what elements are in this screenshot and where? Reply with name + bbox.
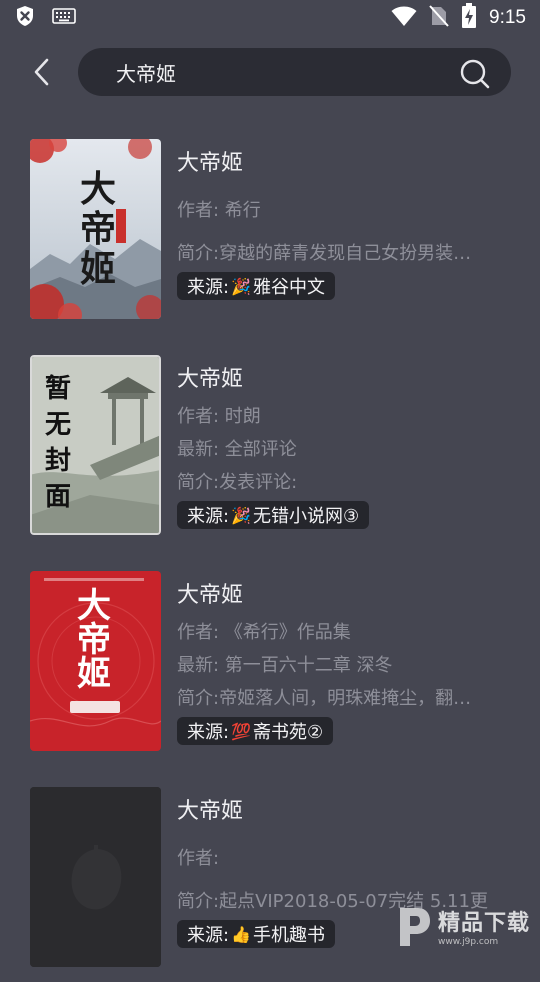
- list-item[interactable]: 暂无封面 大帝姬 作者: 时朗 最新: 全部评论 简介:发表评论: 来源:🎉无错…: [0, 334, 540, 550]
- source-label: 来源:: [187, 502, 229, 528]
- thumbs-up-icon: 👍: [231, 925, 251, 944]
- book-info: 大帝姬 作者: 《希行》作品集 最新: 第一百六十二章 深冬 简介:帝姬落人间，…: [177, 576, 510, 745]
- book-title: 大帝姬: [177, 144, 510, 184]
- shield-x-icon: [14, 5, 36, 31]
- back-button[interactable]: [22, 52, 62, 92]
- book-info: 大帝姬 作者: 希行 简介:穿越的薛青发现自己女扮男装… 来源:🎉 雅谷中文: [177, 144, 510, 300]
- party-popper-icon: 🎉: [231, 506, 251, 525]
- source-label: 来源:: [187, 921, 229, 947]
- book-title: 大帝姬: [177, 360, 510, 400]
- placeholder-leaf-icon: [30, 787, 161, 967]
- watermark: 精品下载 www.j9p.com: [392, 896, 532, 956]
- source-label: 来源:: [187, 273, 229, 299]
- watermark-url: www.j9p.com: [438, 937, 530, 947]
- book-author: 作者:: [177, 842, 510, 875]
- watermark-text: 精品下载: [438, 905, 530, 937]
- search-icon[interactable]: [459, 58, 491, 90]
- book-title: 大帝姬: [177, 576, 510, 616]
- watermark-logo-icon: [392, 904, 432, 948]
- book-author: 作者: 时朗: [177, 400, 510, 433]
- book-author: 作者: 《希行》作品集: [177, 616, 510, 649]
- source-badge: 来源:🎉 雅谷中文: [177, 272, 335, 300]
- book-latest: 最新: 全部评论: [177, 433, 510, 466]
- source-name: 雅谷中文: [253, 273, 325, 299]
- source-badge: 来源:💯斋书苑②: [177, 717, 333, 745]
- book-author: 作者: 希行: [177, 194, 510, 227]
- keyboard-icon: [52, 7, 76, 29]
- book-cover: 大帝姬: [30, 571, 161, 751]
- book-latest: 最新: 第一百六十二章 深冬: [177, 649, 510, 682]
- cover-title: 暂无封面: [38, 371, 78, 515]
- book-intro: 简介:穿越的薛青发现自己女扮男装…: [177, 237, 510, 270]
- book-cover: [30, 787, 161, 967]
- book-cover: 大帝姬: [30, 139, 161, 319]
- search-query-text: 大帝姬: [116, 58, 176, 87]
- book-intro: 简介:帝姬落人间，明珠难掩尘，翻…: [177, 682, 510, 715]
- book-list: 大帝姬 大帝姬 作者: 希行 简介:穿越的薛青发现自己女扮男装… 来源:🎉 雅谷…: [0, 118, 540, 982]
- source-name: 无错小说网③: [253, 502, 359, 528]
- status-bar: 9:15: [0, 0, 540, 36]
- source-label: 来源:: [187, 718, 229, 744]
- source-badge: 来源:🎉无错小说网③: [177, 501, 369, 529]
- hundred-points-icon: 💯: [231, 722, 251, 741]
- status-time: 9:15: [489, 7, 526, 29]
- source-badge: 来源:👍 手机趣书: [177, 920, 335, 948]
- list-item[interactable]: 大帝姬 大帝姬 作者: 《希行》作品集 最新: 第一百六十二章 深冬 简介:帝姬…: [0, 550, 540, 766]
- search-row: 大帝姬: [0, 44, 540, 100]
- cover-title: 大帝姬: [64, 589, 124, 691]
- book-intro: 简介:发表评论:: [177, 466, 510, 499]
- party-popper-icon: 🎉: [231, 277, 251, 296]
- no-sim-icon: [429, 4, 449, 32]
- chevron-left-icon: [32, 57, 52, 87]
- book-cover: 暂无封面: [30, 355, 161, 535]
- search-input[interactable]: 大帝姬: [78, 48, 511, 96]
- battery-charging-icon: [461, 3, 477, 33]
- wifi-icon: [391, 5, 417, 31]
- list-item[interactable]: 大帝姬 大帝姬 作者: 希行 简介:穿越的薛青发现自己女扮男装… 来源:🎉 雅谷…: [0, 118, 540, 334]
- cover-title: 大帝姬: [70, 169, 126, 289]
- book-info: 大帝姬 作者: 时朗 最新: 全部评论 简介:发表评论: 来源:🎉无错小说网③: [177, 360, 510, 529]
- book-title: 大帝姬: [177, 792, 510, 832]
- source-name: 斋书苑②: [253, 718, 323, 744]
- source-name: 手机趣书: [253, 921, 325, 947]
